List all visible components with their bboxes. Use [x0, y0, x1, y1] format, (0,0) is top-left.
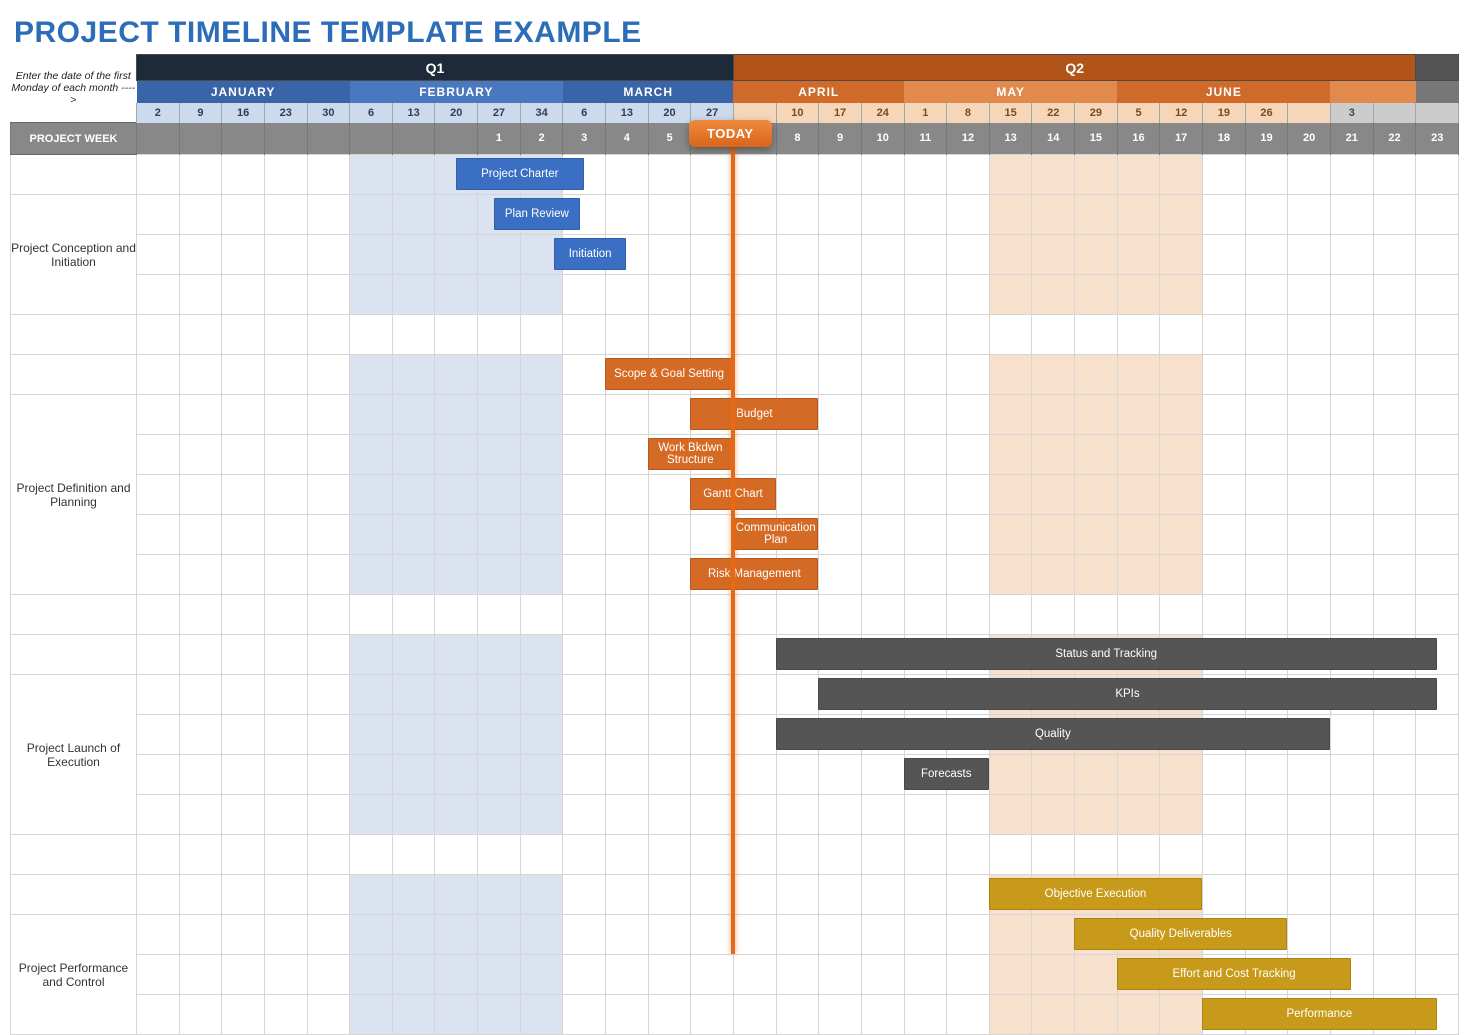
task-bar[interactable]: Budget	[690, 398, 818, 430]
month-april: APRIL	[733, 81, 904, 103]
task-bar[interactable]: Scope & Goal Setting	[605, 358, 733, 390]
task-bar[interactable]: Objective Execution	[989, 878, 1202, 910]
phase-header-3: PHASE THREE	[11, 635, 137, 675]
month-june: JUNE	[1117, 81, 1330, 103]
phase-body-2: Project Definition and Planning	[11, 395, 137, 595]
task-bar[interactable]: Plan Review	[494, 198, 579, 230]
task-bar[interactable]: Initiation	[554, 238, 626, 270]
phase-body-3: Project Launch of Execution	[11, 675, 137, 835]
month-january: JANUARY	[137, 81, 350, 103]
month-february: FEBRUARY	[350, 81, 563, 103]
phase-body-1: Project Conception and Initiation	[11, 195, 137, 315]
task-bar[interactable]: Effort and Cost Tracking	[1117, 958, 1352, 990]
project-week-header: PROJECT WEEK	[11, 123, 137, 155]
month-march: MARCH	[563, 81, 734, 103]
task-bar[interactable]: KPIs	[818, 678, 1436, 710]
phase-header-4: PHASE FOUR	[11, 875, 137, 915]
phase-body-4: Project Performance and Control	[11, 915, 137, 1035]
phase-header-2: PHASE TWO	[11, 355, 137, 395]
task-bar[interactable]: Quality Deliverables	[1074, 918, 1287, 950]
task-bar[interactable]: Communication Plan	[733, 518, 818, 550]
quarter-q2: Q2	[733, 55, 1415, 81]
task-bar[interactable]: Work Bkdwn Structure	[648, 438, 733, 470]
task-bar[interactable]: Quality	[776, 718, 1330, 750]
month-may: MAY	[904, 81, 1117, 103]
phase-header-1: PHASE ONE	[11, 155, 137, 195]
task-bar[interactable]: Status and Tracking	[776, 638, 1437, 670]
task-bar[interactable]: Forecasts	[904, 758, 989, 790]
quarter-q3	[1416, 55, 1459, 81]
instruction-note: Enter the date of the first Monday of ea…	[11, 55, 137, 123]
page-title: PROJECT TIMELINE TEMPLATE EXAMPLE	[14, 16, 1458, 50]
today-marker: TODAY	[689, 120, 772, 147]
task-bar[interactable]: Risk Management	[690, 558, 818, 590]
quarter-q1: Q1	[137, 55, 734, 81]
task-bar[interactable]: Project Charter	[456, 158, 584, 190]
task-bar[interactable]: Performance	[1202, 998, 1437, 1030]
today-line-icon	[731, 122, 735, 954]
